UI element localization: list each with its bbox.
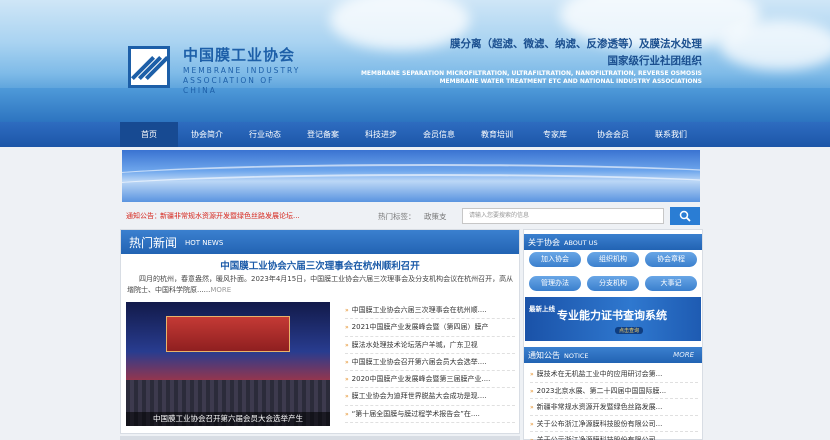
slogan-line-1: 膜分离（超滤、微滤、纳滤、反渗透等）及膜法水处理 — [450, 38, 702, 50]
search-input[interactable]: 请输入您要搜索的信息 — [462, 208, 664, 224]
header-slogan: 膜分离（超滤、微滤、纳滤、反渗透等）及膜法水处理 国家级行业社团组织 MEMBR… — [342, 36, 702, 86]
hot-tag-link[interactable]: 政策支 — [424, 211, 447, 222]
search-icon — [679, 210, 691, 222]
about-header: 关于协会 ABOUT US — [524, 234, 702, 250]
about-title: 关于协会 — [528, 238, 560, 247]
news-list-item[interactable]: » 中国膜工业协会六届三次理事会在杭州顺.... — [345, 302, 515, 320]
double-chevron-right-icon: » — [530, 371, 534, 378]
featured-photo[interactable]: 中国膜工业协会召开第六届会员大会选举产生 — [126, 302, 330, 426]
featured-headline-link[interactable]: 中国膜工业协会六届三次理事会在杭州顺利召开 — [121, 258, 519, 272]
double-chevron-right-icon: » — [530, 387, 534, 395]
news-list-item-title[interactable]: 2021中国膜产业发展峰会暨（第四届）膜产 — [352, 323, 489, 331]
double-chevron-right-icon: » — [530, 404, 534, 411]
hero-slide[interactable] — [122, 150, 700, 202]
nav-item[interactable]: 协会会员 — [584, 122, 642, 147]
notice-list-item-title[interactable]: 关于公示浙江净源膜科技股份有限公司... — [537, 436, 663, 440]
featured-summary: 四月的杭州，春意盎然，暖风扑面。2023年4月15日，中国膜工业协会六届三次理事… — [127, 274, 515, 296]
notice-list-item[interactable]: »关于公示浙江净源膜科技股份有限公司... — [530, 432, 698, 440]
stage-screen — [166, 316, 290, 352]
news-list-item-title[interactable]: 中国膜工业协会六届三次理事会在杭州顺.... — [352, 306, 487, 314]
certificate-query-banner[interactable]: 最新上线 专业能力证书查询系统 点击查询 — [525, 297, 701, 341]
next-panel-edge — [120, 436, 520, 440]
slogan-en: MEMBRANE SEPARATION MICROFILTRATION, ULT… — [360, 70, 702, 85]
double-chevron-right-icon: » — [345, 358, 349, 366]
news-list-item[interactable]: » 膜工业协会为迪拜世界脱盐大会成功是现.... — [345, 388, 515, 406]
logo-title-en: MEMBRANE INDUSTRY ASSOCIATION OF CHINA — [183, 66, 301, 95]
nav-item[interactable]: 协会简介 — [178, 122, 236, 147]
double-chevron-right-icon: » — [345, 410, 349, 418]
cert-title: 专业能力证书查询系统 — [557, 309, 667, 322]
sidebar: 关于协会 ABOUT US 加入协会 组织机构 协会章程管理办法 分支机构 大事记 最新… — [523, 229, 703, 440]
main-nav: 首页 协会简介 行业动态 登记备案 科技进步 会员信息 教育培训 专家库 协会会员 联系我们 — [0, 122, 830, 147]
nav-item[interactable]: 行业动态 — [236, 122, 294, 147]
cloud-decoration — [720, 20, 830, 70]
news-list-item-title[interactable]: 膜工业协会为迪拜世界脱盐大会成功是现.... — [352, 392, 487, 400]
about-title-en: ABOUT US — [564, 239, 598, 247]
notice-list-item-title[interactable]: 2023北京水展、第二十四届中国国际膜... — [537, 387, 667, 395]
news-list-item-title[interactable]: “第十届全国膜与膜过程学术报告会”在.... — [352, 410, 480, 418]
double-chevron-right-icon: » — [345, 307, 349, 314]
cert-new-badge: 最新上线 — [529, 305, 555, 313]
notice-more-link[interactable]: MORE — [673, 351, 694, 359]
nav-item[interactable]: 会员信息 — [410, 122, 468, 147]
news-list-item-title[interactable]: 2020中国膜产业发展峰会暨第三届膜产业.... — [352, 375, 491, 383]
double-chevron-right-icon: » — [345, 376, 349, 384]
about-pill-button[interactable]: 组织机构 — [587, 252, 639, 267]
hot-tags-label: 热门标签： — [378, 212, 416, 221]
cert-query-link[interactable]: 点击查询 — [615, 327, 644, 334]
about-pill-button[interactable]: 加入协会 — [529, 252, 581, 267]
notice-title-en: NOTICE — [564, 352, 589, 360]
about-pill-button[interactable]: 管理办法 — [529, 276, 581, 291]
featured-summary-text: 四月的杭州，春意盎然，暖风扑面。2023年4月15日，中国膜工业协会六届三次理事… — [127, 275, 514, 294]
sea-decoration — [0, 88, 830, 122]
about-pill-button[interactable]: 协会章程 — [645, 252, 697, 267]
news-list-item[interactable]: » 中国膜工业协会召开第六届会员大会选举.... — [345, 354, 515, 372]
search-button[interactable] — [670, 207, 700, 225]
association-logo-icon[interactable] — [128, 46, 170, 88]
featured-photo-caption[interactable]: 中国膜工业协会召开第六届会员大会选举产生 — [126, 412, 330, 426]
news-list-item-title[interactable]: 中国膜工业协会召开第六届会员大会选举.... — [352, 358, 487, 366]
hot-news-header: 热门新闻 HOT NEWS — [121, 230, 519, 254]
notice-marquee-link[interactable]: 新疆非常规水资源开发暨绿色丝路发展论坛... — [160, 211, 300, 221]
notice-list: » 膜技术在无机盐工业中的应用研讨会第...» 2023北京水展、第二十四届中国国际… — [530, 366, 698, 440]
nav-item[interactable]: 教育培训 — [468, 122, 526, 147]
nav-item[interactable]: 专家库 — [526, 122, 584, 147]
hot-news-title-en: HOT NEWS — [185, 239, 224, 247]
about-pill-button[interactable]: 分支机构 — [587, 276, 639, 291]
double-chevron-right-icon: » — [530, 420, 534, 428]
featured-more-link[interactable]: MORE — [210, 286, 231, 294]
news-list-item[interactable]: » “第十届全国膜与膜过程学术报告会”在.... — [345, 406, 515, 424]
nav-item[interactable]: 首页 — [120, 122, 178, 147]
nav-item[interactable]: 科技进步 — [352, 122, 410, 147]
notice-list-item[interactable]: » 膜技术在无机盐工业中的应用研讨会第... — [530, 366, 698, 383]
notice-list-item-title[interactable]: 关于公布浙江净源膜科技股份有限公司... — [537, 420, 663, 428]
notice-label: 通知公告： — [126, 212, 161, 220]
double-chevron-right-icon: » — [345, 324, 349, 332]
nav-item[interactable]: 登记备案 — [294, 122, 352, 147]
hot-news-list: » 中国膜工业协会六届三次理事会在杭州顺....» 2021中国膜产业发展峰会暨（第… — [345, 302, 515, 424]
main-nav-items: 首页 协会简介 行业动态 登记备案 科技进步 会员信息 教育培训 专家库 协会会员 联系我们 — [120, 122, 700, 147]
notice-list-item[interactable]: » 2023北京水展、第二十四届中国国际膜... — [530, 383, 698, 399]
notice-list-item-title[interactable]: 膜技术在无机盐工业中的应用研讨会第... — [537, 370, 663, 378]
notice-title: 通知公告 — [528, 351, 560, 360]
news-list-item-title[interactable]: 膜法水处理技术论坛落户羊城，广东卫视 — [352, 341, 478, 349]
notice-search-row: 通知公告： 新疆非常规水资源开发暨绿色丝路发展论坛... 热门标签： 政策支 请… — [122, 207, 700, 225]
news-list-item[interactable]: » 2020中国膜产业发展峰会暨第三届膜产业.... — [345, 371, 515, 389]
hot-news-panel: 热门新闻 HOT NEWS 中国膜工业协会六届三次理事会在杭州顺利召开 四月的杭… — [120, 229, 520, 434]
double-chevron-right-icon: » — [345, 341, 349, 349]
news-list-item[interactable]: » 膜法水处理技术论坛落户羊城，广东卫视 — [345, 337, 515, 354]
header-banner: 中国膜工业协会 MEMBRANE INDUSTRY ASSOCIATION OF… — [0, 0, 830, 122]
news-list-item[interactable]: » 2021中国膜产业发展峰会暨（第四届）膜产 — [345, 319, 515, 337]
about-pill-button[interactable]: 大事记 — [645, 276, 697, 291]
logo-title-cn[interactable]: 中国膜工业协会 — [183, 44, 295, 65]
notice-list-item[interactable]: » 关于公布浙江净源膜科技股份有限公司... — [530, 416, 698, 432]
wave-decoration — [122, 174, 700, 202]
hot-news-title: 热门新闻 — [129, 236, 178, 250]
slogan-line-2: 国家级行业社团组织 — [607, 55, 703, 67]
nav-item[interactable]: 联系我们 — [642, 122, 700, 147]
double-chevron-right-icon: » — [345, 393, 349, 401]
notice-list-item-title[interactable]: 新疆非常规水资源开发暨绿色丝路发展... — [537, 403, 663, 411]
notice-list-item[interactable]: » 新疆非常规水资源开发暨绿色丝路发展... — [530, 399, 698, 416]
notice-header: 通知公告 NOTICE MORE — [524, 347, 702, 363]
